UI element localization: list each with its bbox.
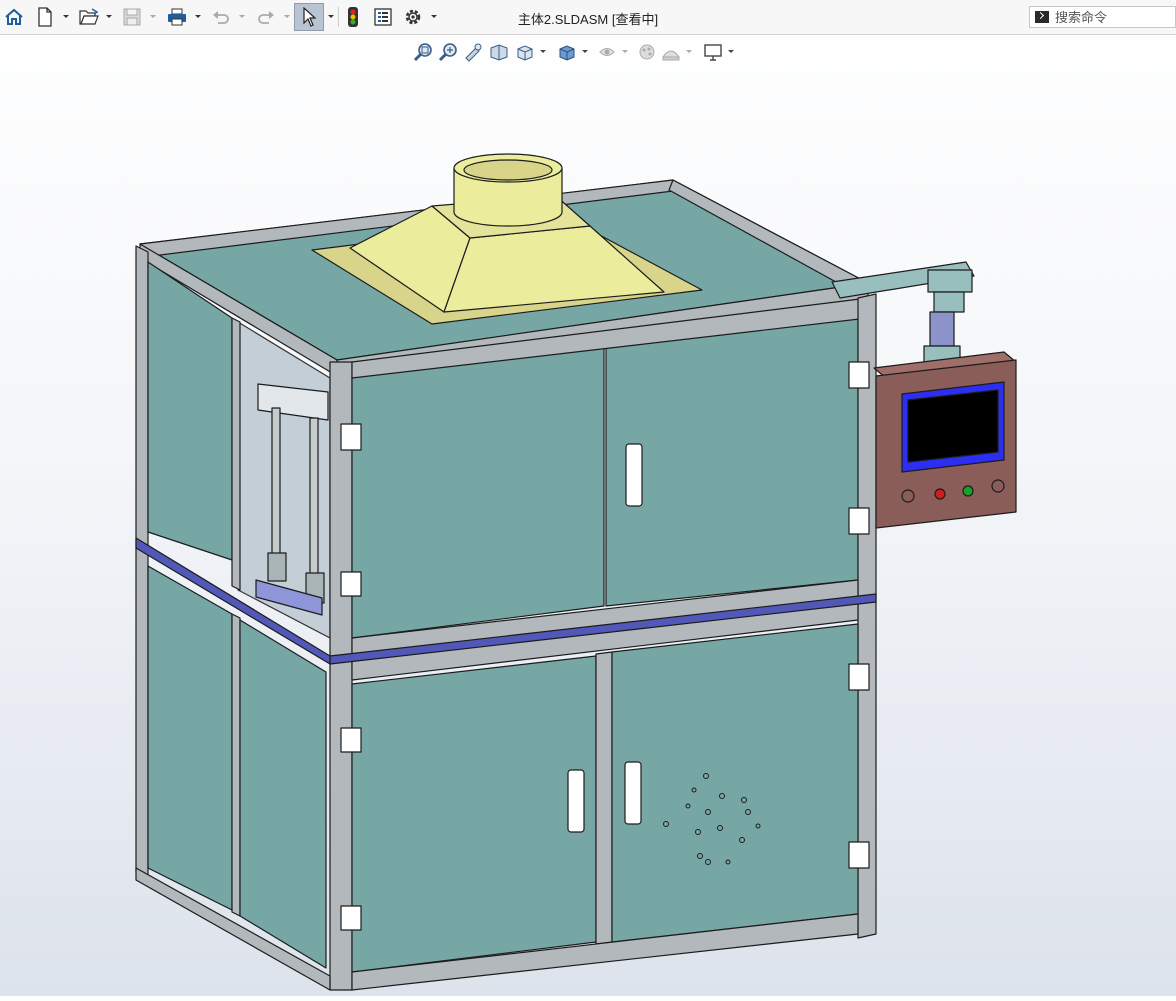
redo-icon: [258, 11, 274, 24]
gear-icon: [405, 9, 421, 25]
redo-dropdown-caret[interactable]: [282, 5, 292, 29]
chevron-down-icon: [106, 15, 112, 18]
chevron-down-icon: [63, 15, 69, 18]
save-button[interactable]: [120, 5, 144, 29]
search-commands-box[interactable]: [1029, 6, 1176, 28]
front-lower-door-left: [351, 655, 597, 973]
knob-right: [991, 479, 1005, 493]
hinge: [340, 727, 362, 753]
save-dropdown-caret[interactable]: [148, 5, 158, 29]
select-dropdown-caret[interactable]: [326, 5, 336, 29]
hood-duct-opening: [463, 159, 553, 181]
chevron-down-icon: [150, 15, 156, 18]
hinge: [848, 507, 870, 535]
file-properties-icon: [374, 8, 392, 26]
toolbar-divider: [338, 7, 339, 27]
chevron-down-icon: [239, 15, 245, 18]
chevron-down-icon: [195, 15, 201, 18]
hinge: [340, 905, 362, 931]
undo-dropdown-caret[interactable]: [237, 5, 247, 29]
touch-screen-display: [907, 389, 999, 463]
redo-button[interactable]: [254, 5, 278, 29]
left-frame-upper: [135, 245, 149, 879]
hinge: [848, 841, 870, 869]
chevron-down-icon: [328, 15, 334, 18]
green-button: [962, 485, 974, 497]
open-folder-icon: [79, 8, 99, 25]
front-lower-center-post: [595, 651, 613, 945]
graphics-area[interactable]: [0, 36, 1176, 996]
inner-rod-left: [271, 407, 281, 559]
front-lower-door-right: [611, 623, 859, 943]
arm-column: [929, 311, 955, 347]
title-bar: 主体2.SLDASM [查看中]: [0, 0, 1176, 35]
assembly-model[interactable]: [0, 36, 1176, 996]
inner-rod-right: [309, 417, 319, 579]
hinge: [848, 361, 870, 389]
options-dropdown-caret[interactable]: [429, 5, 439, 29]
file-properties-button[interactable]: [372, 5, 394, 29]
traffic-light-icon: [348, 7, 358, 27]
chevron-down-icon: [284, 15, 290, 18]
left-side-lower-panel-back: [147, 565, 233, 911]
left-vertical-bar: [231, 317, 241, 591]
knob-left: [901, 489, 915, 503]
open-button[interactable]: [77, 5, 101, 29]
red-button: [934, 488, 946, 500]
door-handle-lower-right: [624, 761, 642, 825]
inner-cylinder-left: [267, 552, 287, 582]
door-handle-lower-left: [567, 769, 585, 833]
door-handle-upper: [625, 443, 643, 507]
print-icon: [168, 8, 186, 26]
home-button[interactable]: [2, 5, 26, 29]
new-document-button[interactable]: [34, 5, 56, 29]
left-lower-divider: [231, 613, 241, 917]
search-input[interactable]: [1055, 8, 1165, 26]
front-corner-post: [329, 361, 353, 991]
chevron-down-icon: [431, 15, 437, 18]
save-icon: [123, 8, 141, 26]
new-document-icon: [38, 7, 52, 27]
options-button[interactable]: [401, 5, 425, 29]
rebuild-button[interactable]: [343, 5, 363, 29]
arm-cap: [927, 269, 973, 293]
undo-button[interactable]: [209, 5, 233, 29]
home-icon: [5, 8, 23, 25]
front-upper-door-left: [351, 347, 605, 639]
arm-column-upper: [933, 291, 965, 313]
open-dropdown-caret[interactable]: [104, 5, 114, 29]
hinge: [340, 423, 362, 451]
left-side-lower-panel-front: [239, 619, 327, 969]
cursor-arrow-icon: [303, 7, 316, 27]
front-upper-door-right: [605, 317, 859, 607]
print-dropdown-caret[interactable]: [193, 5, 203, 29]
undo-icon: [213, 11, 229, 24]
hinge: [340, 571, 362, 597]
left-side-upper-panel: [147, 261, 233, 561]
new-dropdown-caret[interactable]: [61, 5, 71, 29]
command-prompt-icon: [1035, 11, 1049, 23]
hinge: [848, 663, 870, 691]
print-button[interactable]: [165, 5, 189, 29]
select-button[interactable]: [294, 3, 324, 31]
